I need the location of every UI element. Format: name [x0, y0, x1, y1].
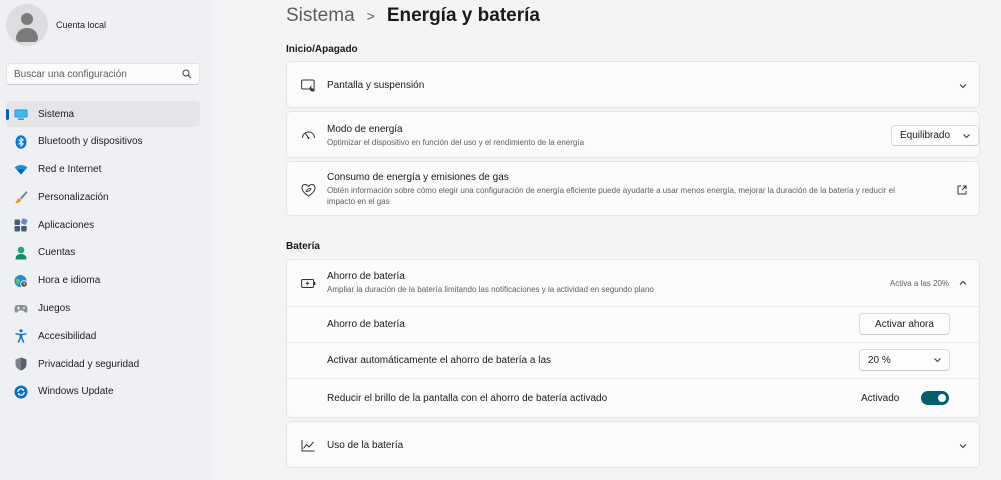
sidebar-item-sistema[interactable]: Sistema [6, 101, 200, 127]
accessibility-icon [14, 329, 28, 344]
battery-saver-title: Ahorro de batería [327, 271, 405, 282]
screen-sleep-title: Pantalla y suspensión [327, 80, 425, 91]
consumption-desc-2: impacto en el gas [327, 197, 390, 206]
chevron-down-icon[interactable] [957, 80, 969, 92]
toggle-knob [938, 394, 946, 402]
sidebar-item-juegos[interactable]: Juegos [6, 296, 200, 322]
shield-icon [14, 357, 28, 371]
battery-saver-header[interactable]: Ahorro de batería Ampliar la duración de… [287, 260, 979, 306]
consumption-title: Consumo de energía y emisiones de gas [327, 172, 509, 183]
chevron-down-icon [962, 132, 971, 143]
leaf-heart-icon [300, 182, 316, 198]
sidebar-item-aplicaciones[interactable]: Aplicaciones [6, 212, 200, 238]
breadcrumb: Sistema > Energía y batería [286, 5, 540, 27]
consumption-text: Consumo de energía y emisiones de gas Ob… [327, 172, 927, 207]
chevron-up-icon[interactable] [957, 277, 969, 289]
power-mode-card: Modo de energía Optimizar el dispositivo… [286, 111, 980, 158]
sidebar-item-privacidad[interactable]: Privacidad y seguridad [6, 351, 200, 377]
section-title-power: Inicio/Apagado [286, 44, 358, 55]
sidebar-item-label: Juegos [38, 303, 71, 315]
sidebar-item-personalizacion[interactable]: Personalización [6, 184, 200, 210]
battery-saver-text: Ahorro de batería Ampliar la duración de… [327, 271, 654, 295]
battery-saver-icon [300, 275, 316, 291]
battery-saver-now-row: Ahorro de batería Activar ahora [287, 307, 979, 342]
battery-saver-desc: Ampliar la duración de la batería limita… [327, 285, 654, 294]
wifi-icon [14, 163, 28, 177]
globe-clock-icon [14, 274, 28, 288]
consumption-card[interactable]: Consumo de energía y emisiones de gas Ob… [286, 161, 980, 216]
screen-sleep-icon [300, 78, 316, 94]
sidebar-item-label: Bluetooth y dispositivos [38, 136, 143, 148]
sidebar-item-label: Aplicaciones [38, 219, 95, 231]
brightness-label: Reducir el brillo de la pantalla con el … [327, 393, 608, 404]
breadcrumb-separator: > [366, 8, 375, 24]
battery-saver-group: Ahorro de batería Ampliar la duración de… [286, 259, 980, 418]
power-mode-value: Equilibrado [900, 130, 951, 141]
auto-on-dropdown[interactable]: 20 % [859, 349, 950, 371]
page-title: Energía y batería [386, 5, 540, 26]
activate-now-button[interactable]: Activar ahora [859, 313, 950, 335]
power-mode-desc: Optimizar el dispositivo en función del … [327, 137, 585, 147]
main-content: Sistema > Energía y batería Inicio/Apaga… [212, 0, 1001, 480]
battery-usage-title: Uso de la batería [327, 440, 404, 451]
battery-saver-now-label: Ahorro de batería [327, 319, 405, 330]
brightness-row: Reducir el brillo de la pantalla con el … [287, 379, 979, 418]
chevron-down-icon [933, 356, 942, 367]
sidebar-item-label: Personalización [38, 191, 109, 203]
sidebar-item-label: Accesibilidad [38, 330, 97, 342]
profile[interactable]: Cuenta local [6, 4, 106, 46]
chevron-down-icon[interactable] [957, 440, 969, 452]
power-mode-dropdown[interactable]: Equilibrado [891, 125, 979, 146]
accounts-icon [14, 246, 28, 260]
section-title-battery: Batería [286, 241, 320, 252]
screen-sleep-card[interactable]: Pantalla y suspensión [286, 61, 980, 108]
sidebar-item-hora[interactable]: Hora e idioma [6, 268, 200, 294]
auto-on-value: 20 % [868, 354, 891, 366]
sidebar-item-label: Windows Update [38, 386, 114, 398]
brightness-state: Activado [861, 393, 900, 404]
chart-icon [300, 438, 316, 454]
sidebar-item-cuentas[interactable]: Cuentas [6, 240, 200, 266]
gamepad-icon [14, 302, 28, 316]
bluetooth-icon [14, 134, 28, 149]
sidebar-item-label: Cuentas [38, 247, 76, 259]
battery-usage-card[interactable]: Uso de la batería [286, 421, 980, 468]
sidebar-item-label: Red e Internet [38, 164, 102, 176]
sidebar-item-label: Sistema [38, 108, 75, 120]
system-icon [14, 107, 28, 121]
search-input[interactable] [14, 68, 182, 80]
sidebar-item-red[interactable]: Red e Internet [6, 157, 200, 183]
search-icon[interactable] [182, 69, 192, 79]
sidebar-item-bluetooth[interactable]: Bluetooth y dispositivos [6, 129, 200, 155]
apps-icon [14, 218, 28, 232]
sidebar-item-accesibilidad[interactable]: Accesibilidad [6, 323, 200, 349]
sidebar-item-label: Hora e idioma [38, 275, 101, 287]
auto-on-row: Activar automáticamente el ahorro de bat… [287, 343, 979, 378]
sidebar-nav: Sistema Bluetooth y dispositivos Red e I… [6, 101, 200, 407]
power-mode-title: Modo de energía [327, 123, 403, 135]
sidebar-item-windows-update[interactable]: Windows Update [6, 379, 200, 405]
consumption-desc-1: Obtén información sobre cómo elegir una … [327, 186, 895, 195]
battery-saver-status: Activa a las 20% [889, 278, 949, 288]
external-link-icon[interactable] [956, 184, 968, 196]
update-icon [14, 385, 28, 399]
sidebar-item-label: Privacidad y seguridad [38, 358, 140, 370]
search-box[interactable] [6, 63, 200, 85]
auto-on-label: Activar automáticamente el ahorro de bat… [327, 355, 552, 366]
breadcrumb-parent[interactable]: Sistema [286, 5, 355, 27]
avatar [6, 4, 48, 46]
brightness-toggle[interactable] [921, 391, 949, 405]
sidebar: Cuenta local Sistema Bluetooth y disposi… [0, 0, 212, 480]
brush-icon [14, 190, 28, 204]
power-mode-text: Modo de energía Optimizar el dispositivo… [327, 124, 584, 148]
power-mode-icon [300, 128, 316, 144]
profile-name: Cuenta local [56, 20, 107, 30]
